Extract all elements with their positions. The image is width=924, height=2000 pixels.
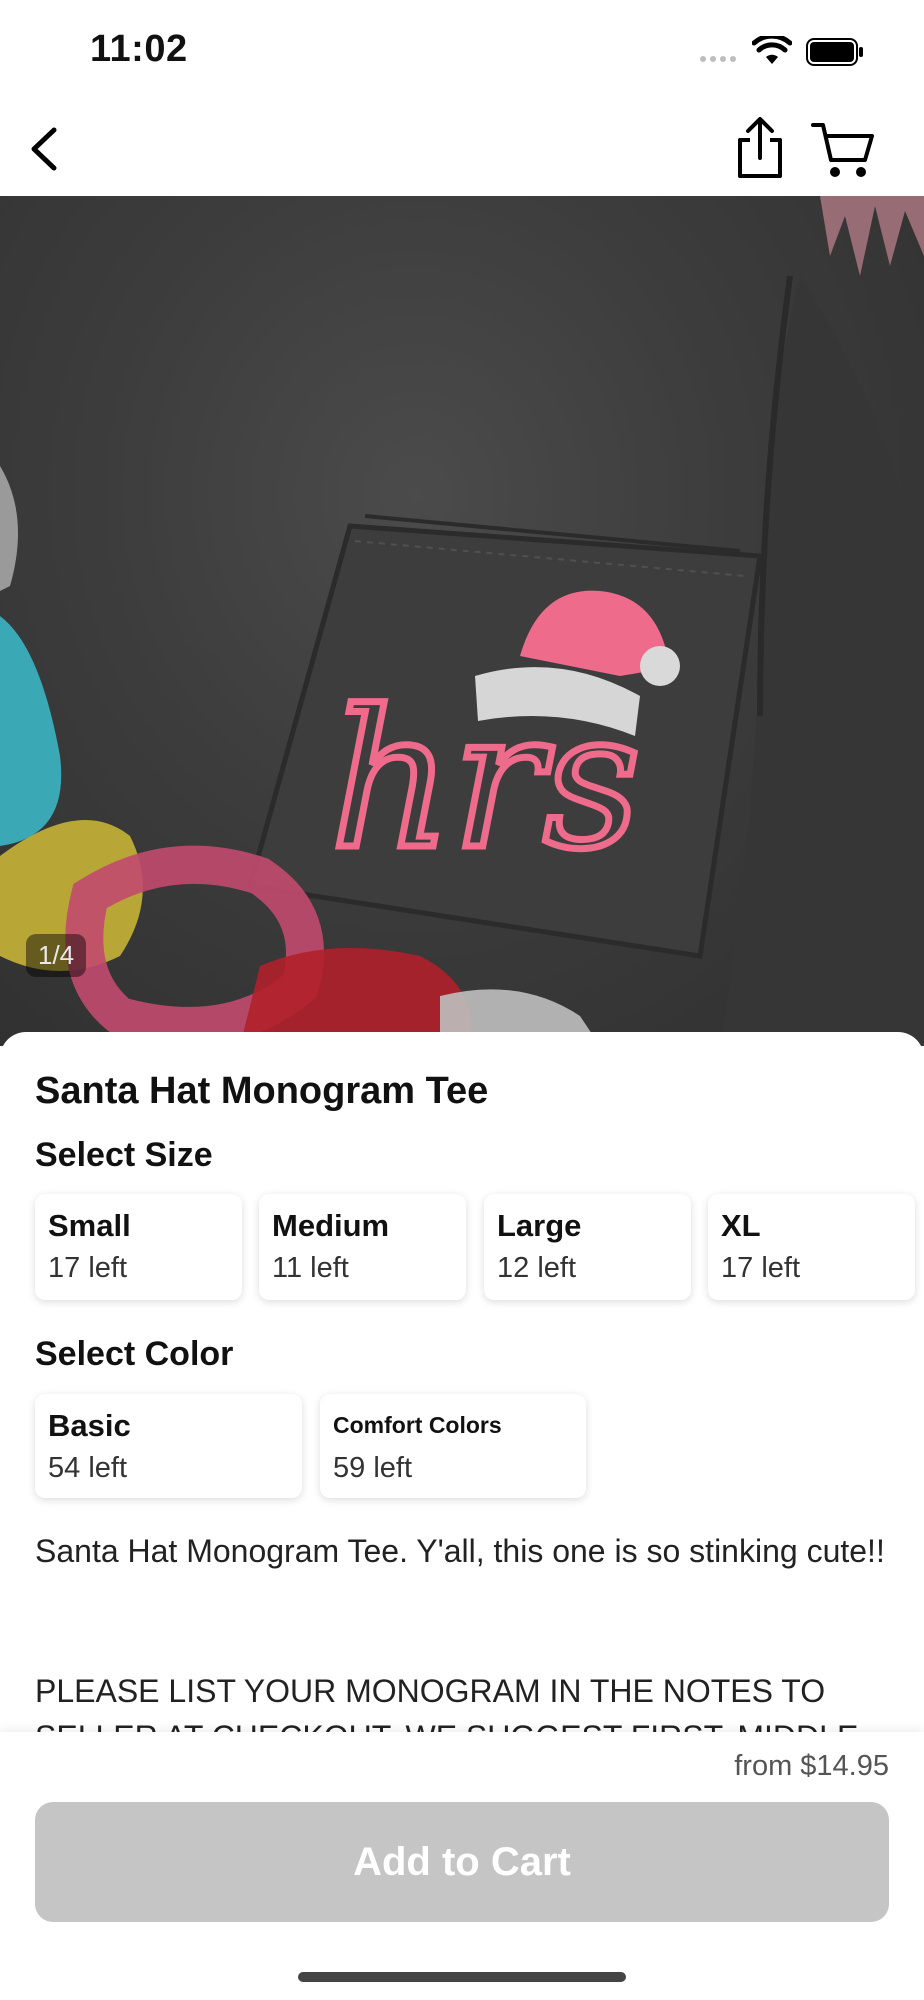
add-to-cart-button[interactable]: Add to Cart xyxy=(35,1802,889,1922)
size-option-xl[interactable]: XL 17 left xyxy=(708,1194,915,1300)
signal-dots-icon xyxy=(700,56,736,62)
color-name: Comfort Colors xyxy=(333,1412,502,1438)
size-option-large[interactable]: Large 12 left xyxy=(484,1194,691,1300)
price-label: from $14.95 xyxy=(734,1750,889,1782)
product-photo: hrs xyxy=(0,196,924,1046)
size-stock: 17 left xyxy=(721,1252,800,1284)
color-stock: 59 left xyxy=(333,1452,412,1484)
share-icon[interactable] xyxy=(730,116,790,180)
color-option-comfort-colors[interactable]: Comfort Colors 59 left xyxy=(320,1394,586,1498)
status-bar: 11:02 xyxy=(0,0,924,100)
size-option-small[interactable]: Small 17 left xyxy=(35,1194,242,1300)
cart-icon[interactable] xyxy=(810,120,876,180)
size-name: Large xyxy=(497,1208,582,1243)
monogram-text: hrs xyxy=(330,670,641,891)
image-counter: 1/4 xyxy=(26,934,87,977)
battery-icon xyxy=(806,38,863,66)
color-option-basic[interactable]: Basic 54 left xyxy=(35,1394,302,1498)
product-description-notes: PLEASE LIST YOUR MONOGRAM IN THE NOTES T… xyxy=(35,1673,858,1732)
size-option-medium[interactable]: Medium 11 left xyxy=(259,1194,466,1300)
size-name: Medium xyxy=(272,1208,390,1243)
size-stock: 17 left xyxy=(48,1252,127,1284)
select-color-label: Select Color xyxy=(35,1335,234,1373)
purchase-bar: from $14.95 Add to Cart xyxy=(0,1732,924,2000)
color-name: Basic xyxy=(48,1408,131,1443)
size-name: Small xyxy=(48,1208,131,1243)
status-time: 11:02 xyxy=(90,28,188,70)
product-image[interactable]: hrs 1/4 xyxy=(0,196,924,1046)
product-description: Santa Hat Monogram Tee. Y'all, this one … xyxy=(35,1533,885,1569)
size-stock: 11 left xyxy=(272,1252,349,1284)
size-name: XL xyxy=(721,1208,761,1243)
wifi-icon xyxy=(752,36,792,64)
product-details-sheet: Santa Hat Monogram Tee Select Size Small… xyxy=(0,1032,924,1732)
size-stock: 12 left xyxy=(497,1252,576,1284)
navigation-bar xyxy=(0,100,924,196)
select-size-label: Select Size xyxy=(35,1136,213,1174)
home-indicator[interactable] xyxy=(298,1972,626,1982)
product-title: Santa Hat Monogram Tee xyxy=(35,1070,489,1112)
color-stock: 54 left xyxy=(48,1452,127,1484)
chevron-left-icon[interactable] xyxy=(20,122,74,176)
